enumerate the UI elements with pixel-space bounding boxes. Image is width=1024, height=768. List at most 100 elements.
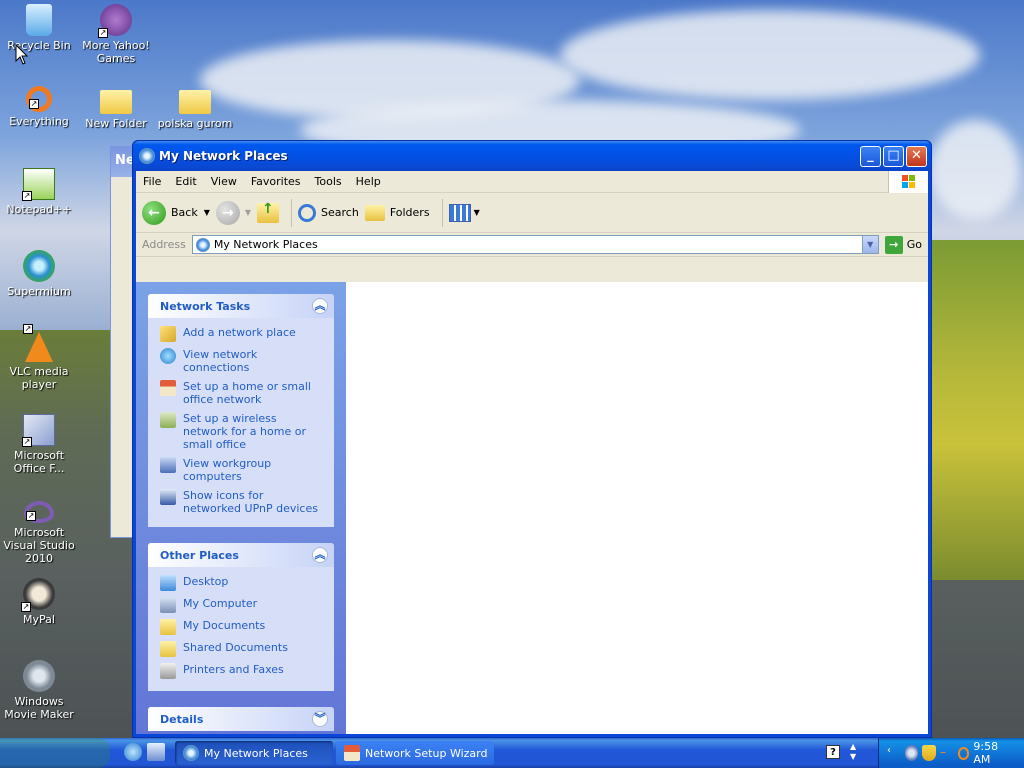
- views-dropdown-icon: ▼: [473, 208, 480, 217]
- network-setup-wizard-icon: [344, 745, 360, 761]
- task-label: Add a network place: [183, 326, 296, 339]
- menu-file[interactable]: File: [136, 175, 168, 188]
- place-my-documents[interactable]: My Documents: [160, 619, 324, 635]
- task-label: View workgroup computers: [183, 457, 272, 483]
- window-client: File Edit View Favorites Tools Help ← Ba…: [136, 171, 928, 734]
- desktop-icon-label: VLC media player: [9, 365, 69, 391]
- menu-favorites[interactable]: Favorites: [244, 175, 308, 188]
- menu-help[interactable]: Help: [349, 175, 388, 188]
- details-pane: Details ︾: [148, 707, 334, 731]
- up-folder-button[interactable]: ↑: [257, 201, 280, 223]
- menu-edit[interactable]: Edit: [168, 175, 203, 188]
- place-printers-faxes[interactable]: Printers and Faxes: [160, 663, 324, 679]
- place-my-computer[interactable]: My Computer: [160, 597, 324, 613]
- visual-studio-icon: ↗: [24, 501, 54, 523]
- desktop-icon-label: New Folder: [85, 117, 147, 130]
- my-network-places-window[interactable]: My Network Places _ □ ✕ File Edit View F…: [132, 140, 932, 738]
- place-shared-documents[interactable]: Shared Documents: [160, 641, 324, 657]
- desktop-icon-everything[interactable]: ↗ Everything: [0, 86, 78, 128]
- address-bar: Address My Network Places ▼ → Go: [136, 233, 928, 257]
- network-tasks-pane: Network Tasks ︽ Add a network place View…: [148, 294, 334, 527]
- other-places-list: Desktop My Computer My Documents Shared …: [148, 567, 334, 691]
- desktop-icon-yahoo-games[interactable]: ↗ More Yahoo! Games: [77, 4, 155, 65]
- task-setup-wireless-network[interactable]: Set up a wireless network for a home or …: [160, 412, 324, 451]
- task-view-network-connections[interactable]: View network connections: [160, 348, 324, 374]
- close-button[interactable]: ✕: [906, 145, 927, 167]
- security-shield-icon[interactable]: [922, 745, 937, 761]
- address-dropdown-icon[interactable]: ▼: [861, 236, 878, 253]
- desktop-icon-visual-studio[interactable]: ↗ Microsoft Visual Studio 2010: [0, 496, 78, 565]
- explorer-body: Network Tasks ︽ Add a network place View…: [136, 282, 928, 734]
- title-bar[interactable]: My Network Places _ □ ✕: [133, 141, 931, 171]
- other-places-header[interactable]: Other Places ︽: [148, 543, 334, 567]
- printer-icon: [160, 663, 176, 679]
- supermium-icon: [23, 250, 55, 282]
- task-setup-home-network[interactable]: Set up a home or small office network: [160, 380, 324, 406]
- desktop-icon-notepadpp[interactable]: ↗ Notepad++: [0, 168, 78, 216]
- place-label: Shared Documents: [183, 641, 288, 654]
- other-places-pane: Other Places ︽ Desktop My Computer My Do…: [148, 543, 334, 691]
- notepadpp-icon: ↗: [22, 168, 55, 201]
- desktop-icon-label: Supermium: [7, 285, 71, 298]
- desktop-icon-mypal[interactable]: ↗ MyPal: [0, 578, 78, 626]
- internet-explorer-icon[interactable]: [124, 743, 142, 761]
- folders-icon: [364, 204, 385, 221]
- tray-expand-icon[interactable]: ‹: [887, 745, 901, 761]
- desktop-icon-new-folder[interactable]: New Folder: [77, 86, 155, 130]
- language-bar-arrows-icon[interactable]: ▲ ▼: [850, 742, 856, 762]
- address-field[interactable]: My Network Places ▼: [191, 235, 879, 254]
- menu-bar: File Edit View Favorites Tools Help: [136, 171, 928, 193]
- search-button[interactable]: Search: [298, 203, 359, 222]
- desktop-icon-office[interactable]: ↗ Microsoft Office F...: [0, 414, 78, 475]
- show-desktop-icon[interactable]: [147, 743, 165, 761]
- tray-network-icon[interactable]: [904, 745, 919, 761]
- views-button[interactable]: ▼: [448, 203, 480, 222]
- desktop-icon-label: MyPal: [23, 613, 55, 626]
- my-documents-icon: [160, 619, 176, 635]
- back-dropdown-icon[interactable]: ▼: [204, 208, 210, 217]
- place-label: Desktop: [183, 575, 229, 588]
- details-header[interactable]: Details ︾: [148, 707, 334, 731]
- desktop-field: [930, 240, 1024, 580]
- tray-search-icon[interactable]: [957, 746, 970, 760]
- forward-button[interactable]: → ▼: [215, 200, 251, 225]
- task-show-upnp-icons[interactable]: Show icons for networked UPnP devices: [160, 489, 324, 515]
- expand-chevron-icon[interactable]: ︾: [312, 711, 328, 727]
- taskbar-button-network-setup-wizard[interactable]: Network Setup Wizard: [336, 741, 494, 765]
- minimize-button[interactable]: _: [860, 145, 881, 167]
- collapse-chevron-icon[interactable]: ︽: [312, 298, 328, 314]
- taskbar-button-label: Network Setup Wizard: [365, 746, 488, 760]
- task-label: View network connections: [183, 348, 258, 374]
- network-tasks-header[interactable]: Network Tasks ︽: [148, 294, 334, 318]
- task-view-workgroup[interactable]: View workgroup computers: [160, 457, 324, 483]
- task-add-network-place[interactable]: Add a network place: [160, 326, 324, 342]
- folders-button[interactable]: Folders: [364, 204, 430, 221]
- forward-dropdown-icon[interactable]: ▼: [245, 208, 251, 217]
- windows-logo-icon: [888, 171, 928, 193]
- collapse-chevron-icon[interactable]: ︽: [312, 547, 328, 563]
- go-button[interactable]: → Go: [884, 235, 922, 254]
- search-label: Search: [321, 206, 359, 219]
- desktop-icon-polska-gurom[interactable]: polska gurom: [156, 86, 234, 130]
- menu-tools[interactable]: Tools: [308, 175, 349, 188]
- place-desktop[interactable]: Desktop: [160, 575, 324, 591]
- back-button[interactable]: ← Back ▼: [142, 200, 210, 225]
- start-button[interactable]: [0, 738, 110, 768]
- desktop-icon-supermium[interactable]: Supermium: [0, 250, 78, 298]
- content-area[interactable]: [346, 282, 928, 734]
- everything-icon: ↗: [26, 86, 52, 112]
- clock[interactable]: 9:58 AM: [973, 740, 1012, 766]
- desktop-icon-recycle-bin[interactable]: Recycle Bin: [0, 4, 78, 52]
- menu-view[interactable]: View: [204, 175, 244, 188]
- maximize-button[interactable]: □: [883, 145, 904, 167]
- desktop-icon-movie-maker[interactable]: Windows Movie Maker: [0, 660, 78, 721]
- tray-connection-icon[interactable]: –: [940, 745, 954, 761]
- system-tray: ‹ – 9:58 AM: [878, 738, 1024, 768]
- desktop-icon-vlc[interactable]: ↗ VLC media player: [0, 324, 78, 391]
- views-icon: [448, 203, 471, 222]
- up-folder-icon: ↑: [257, 201, 280, 223]
- help-icon[interactable]: ?: [826, 745, 840, 759]
- toolbar: ← Back ▼ → ▼ ↑ Search Folders ▼: [136, 193, 928, 233]
- taskbar-button-my-network-places[interactable]: My Network Places: [175, 741, 333, 765]
- go-label: Go: [906, 238, 922, 251]
